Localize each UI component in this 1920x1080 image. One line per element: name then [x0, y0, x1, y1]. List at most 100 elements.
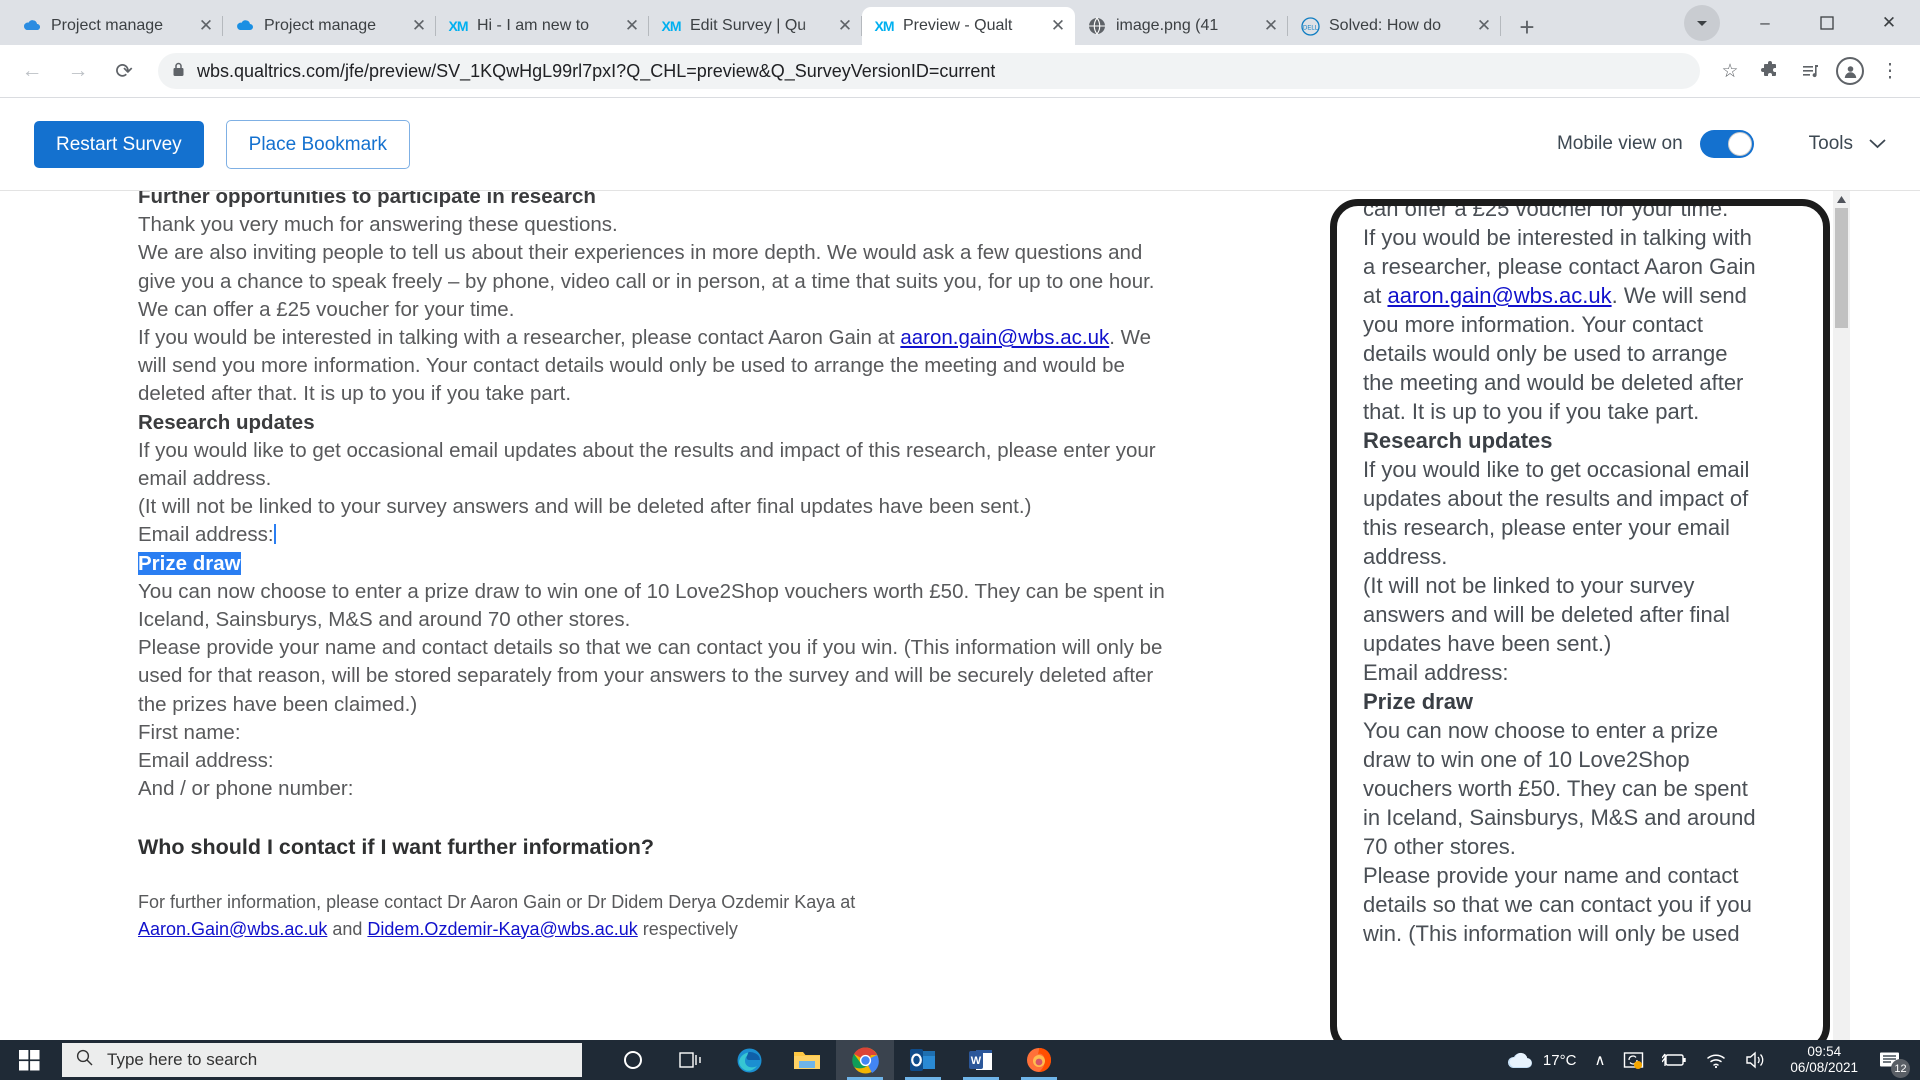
- qualtrics-preview-bar: Restart Survey Place Bookmark Mobile vie…: [0, 98, 1920, 191]
- mobile-paragraph-updates-note: (It will not be linked to your survey an…: [1363, 573, 1730, 656]
- system-tray: 17°C ∧ 09:54 06/08/2021 12: [1498, 1040, 1920, 1080]
- extensions-icon[interactable]: [1752, 53, 1788, 89]
- paragraph-further-emails: Aaron.Gain@wbs.ac.uk and Didem.Ozdemir-K…: [138, 916, 1178, 943]
- search-input[interactable]: Type here to search: [62, 1043, 582, 1077]
- mobile-researcher-email-link[interactable]: aaron.gain@wbs.ac.uk: [1387, 283, 1611, 308]
- volume-icon[interactable]: [1736, 1040, 1776, 1080]
- start-button[interactable]: [0, 1040, 58, 1080]
- battery-charging-icon[interactable]: [1653, 1040, 1696, 1080]
- bookmark-star-icon[interactable]: ☆: [1712, 53, 1748, 89]
- mobile-paragraph-prize-2: Please provide your name and contact det…: [1363, 863, 1752, 946]
- minimize-button[interactable]: –: [1734, 0, 1796, 45]
- mobile-preview-pane: can offer a £25 voucher for your time. I…: [1330, 191, 1850, 1059]
- tab-title: image.png (41: [1116, 17, 1219, 34]
- dell-icon: DELL: [1300, 16, 1320, 36]
- mobile-view-toggle[interactable]: [1699, 130, 1754, 158]
- preview-bar-right: Mobile view on Tools: [1557, 130, 1886, 158]
- toggle-knob: [1727, 132, 1752, 156]
- browser-tab[interactable]: XM Edit Survey | Qu ✕: [649, 7, 862, 45]
- tools-dropdown[interactable]: Tools: [1809, 133, 1886, 155]
- back-icon[interactable]: ←: [12, 51, 52, 91]
- mobile-paragraph-contact: If you would be interested in talking wi…: [1363, 223, 1763, 426]
- reload-icon[interactable]: ⟳: [104, 51, 144, 91]
- weather-widget[interactable]: 17°C: [1498, 1040, 1586, 1080]
- heading-who-to-contact: Who should I contact if I want further i…: [138, 835, 654, 860]
- close-icon[interactable]: ✕: [193, 13, 219, 39]
- browser-tab[interactable]: image.png (41 ✕: [1075, 7, 1288, 45]
- maximize-button[interactable]: [1796, 0, 1858, 45]
- heading-research-updates: Research updates: [138, 410, 315, 434]
- mobile-device-screen[interactable]: can offer a £25 voucher for your time. I…: [1337, 206, 1823, 1047]
- cloud-icon: [1507, 1052, 1533, 1069]
- edge-icon[interactable]: [720, 1040, 778, 1080]
- forward-icon[interactable]: →: [58, 51, 98, 91]
- mobile-heading-prize-draw: Prize draw: [1363, 689, 1474, 714]
- svg-text:W: W: [971, 1055, 982, 1067]
- outlook-icon[interactable]: [894, 1040, 952, 1080]
- browser-tab-active[interactable]: XM Preview - Qualt ✕: [862, 7, 1075, 45]
- close-icon[interactable]: ✕: [619, 13, 645, 39]
- heading-further-opportunities: Further opportunities to participate in …: [138, 191, 596, 208]
- cortana-icon[interactable]: [604, 1040, 662, 1080]
- notification-badge: 12: [1891, 1059, 1910, 1078]
- and-conjunction: and: [327, 918, 368, 939]
- clock-time: 09:54: [1807, 1044, 1842, 1059]
- didem-email-link[interactable]: Didem.Ozdemir-Kaya@wbs.ac.uk: [367, 919, 637, 939]
- mobile-scrollbar-thumb[interactable]: [1835, 208, 1848, 328]
- mobile-pane-scrollbar[interactable]: [1833, 191, 1850, 1059]
- notification-center-button[interactable]: 12: [1872, 1040, 1914, 1080]
- mobile-label-email-address: Email address:: [1363, 660, 1509, 685]
- label-phone-number: And / or phone number:: [138, 777, 354, 801]
- browser-tab[interactable]: XM Hi - I am new to ✕: [436, 7, 649, 45]
- browser-tab[interactable]: Project manage ✕: [223, 7, 436, 45]
- label-email-address-updates: Email address:: [138, 521, 1178, 549]
- wifi-icon[interactable]: [1696, 1040, 1736, 1080]
- profile-chip-icon[interactable]: [1684, 4, 1720, 41]
- paragraph-updates-note: (It will not be linked to your survey an…: [138, 495, 1032, 519]
- place-bookmark-button[interactable]: Place Bookmark: [225, 119, 410, 169]
- contact-pre-text: If you would be interested in talking wi…: [138, 326, 901, 350]
- taskbar-clock[interactable]: 09:54 06/08/2021: [1776, 1040, 1872, 1080]
- task-view-icon[interactable]: [662, 1040, 720, 1080]
- profile-avatar-icon[interactable]: [1832, 53, 1868, 89]
- qualtrics-xm-icon: XM: [448, 18, 469, 34]
- qualtrics-xm-icon: XM: [874, 18, 895, 34]
- chrome-menu-icon[interactable]: ⋮: [1872, 53, 1908, 89]
- tab-title: Solved: How do: [1329, 17, 1442, 34]
- media-controls-icon[interactable]: [1792, 53, 1828, 89]
- tab-title: Preview - Qualt: [903, 17, 1013, 34]
- desktop-survey-pane: Further opportunities to participate in …: [0, 191, 1275, 1059]
- further-info-pre: For further information, please contact …: [138, 891, 856, 912]
- file-explorer-icon[interactable]: [778, 1040, 836, 1080]
- restart-survey-button[interactable]: Restart Survey: [34, 120, 204, 168]
- new-tab-button[interactable]: +: [1507, 9, 1547, 45]
- address-bar[interactable]: wbs.qualtrics.com/jfe/preview/SV_1KQwHgL…: [158, 53, 1700, 89]
- tools-label: Tools: [1808, 133, 1853, 154]
- firefox-icon[interactable]: [1010, 1040, 1068, 1080]
- researcher-email-link[interactable]: aaron.gain@wbs.ac.uk: [900, 326, 1109, 349]
- browser-tab[interactable]: Project manage ✕: [10, 7, 223, 45]
- close-window-button[interactable]: ✕: [1858, 0, 1920, 45]
- close-icon[interactable]: ✕: [1045, 13, 1071, 39]
- close-icon[interactable]: ✕: [1471, 13, 1497, 39]
- show-hidden-icons-chevron-icon[interactable]: ∧: [1585, 1040, 1614, 1080]
- chrome-icon[interactable]: [836, 1040, 894, 1080]
- email-label-text: Email address:: [138, 523, 274, 547]
- close-icon[interactable]: ✕: [832, 13, 858, 39]
- close-icon[interactable]: ✕: [1258, 13, 1284, 39]
- word-icon[interactable]: W: [952, 1040, 1010, 1080]
- onedrive-icon: [22, 16, 42, 36]
- search-icon: [76, 1049, 93, 1071]
- browser-tab[interactable]: DELL Solved: How do ✕: [1288, 7, 1501, 45]
- mobile-paragraph-prize-1: You can now choose to enter a prize draw…: [1363, 718, 1756, 859]
- mobile-scroll-up-arrow-icon[interactable]: [1833, 191, 1850, 208]
- paragraph-prize-2: Please provide your name and contact det…: [138, 636, 1163, 716]
- paragraph-thanks: Thank you very much for answering these …: [138, 213, 618, 237]
- browser-toolbar: ← → ⟳ wbs.qualtrics.com/jfe/preview/SV_1…: [0, 45, 1920, 98]
- onedrive-sync-icon[interactable]: [1614, 1040, 1653, 1080]
- label-first-name: First name:: [138, 720, 241, 744]
- tab-title: Project manage: [264, 17, 377, 34]
- close-icon[interactable]: ✕: [406, 13, 432, 39]
- taskbar-apps: W: [604, 1040, 1068, 1080]
- aaron-email-link[interactable]: Aaron.Gain@wbs.ac.uk: [138, 919, 327, 939]
